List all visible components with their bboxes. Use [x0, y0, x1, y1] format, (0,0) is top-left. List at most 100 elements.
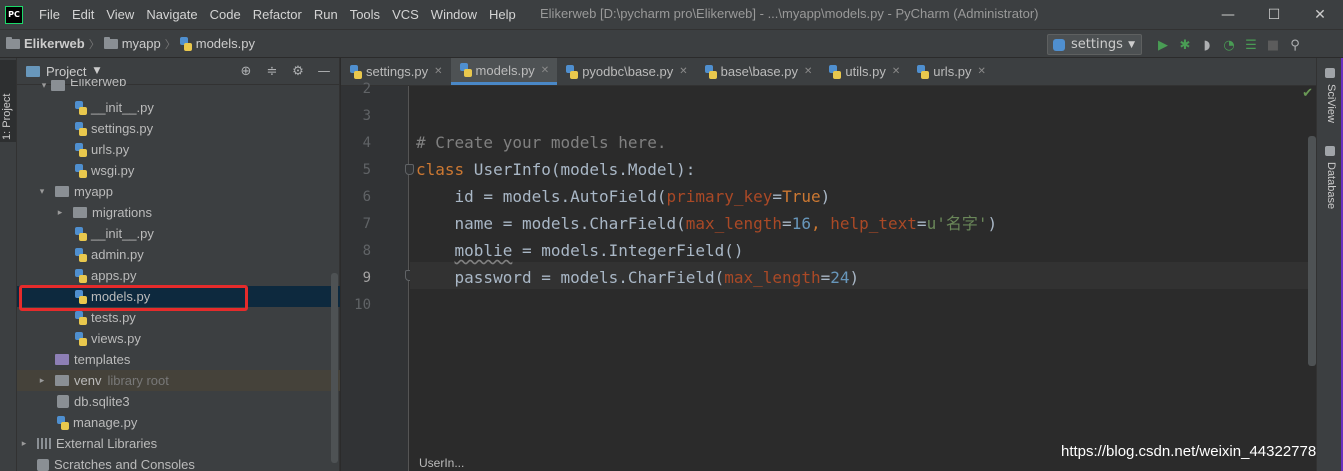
chevron-down-icon[interactable]: ▼	[93, 66, 100, 76]
menu-code[interactable]: Code	[204, 7, 247, 22]
tree-item-init[interactable]: __init__.py	[17, 97, 340, 118]
tree-item-settings[interactable]: settings.py	[17, 118, 340, 139]
code-text: password = models.CharField(	[416, 268, 725, 287]
menu-file[interactable]: File	[33, 7, 66, 22]
tab-urls[interactable]: urls.py ✕	[908, 58, 994, 85]
tab-utils[interactable]: utils.py ✕	[820, 58, 908, 85]
menu-help[interactable]: Help	[483, 7, 522, 22]
menu-window[interactable]: Window	[425, 7, 483, 22]
tree-item-admin[interactable]: admin.py	[17, 244, 340, 265]
libraries-icon	[37, 438, 51, 449]
breadcrumb-file[interactable]: models.py	[196, 36, 255, 51]
menu-run[interactable]: Run	[308, 7, 344, 22]
tree-item-venv[interactable]: ▸ venv library root	[17, 370, 340, 391]
tree-item-scratches[interactable]: Scratches and Consoles	[17, 454, 340, 471]
code-line-7: name = models.CharField(max_length=16, h…	[416, 210, 998, 237]
tab-pyodbc-base[interactable]: pyodbc\base.py ✕	[557, 58, 695, 85]
line-number: 10	[354, 297, 371, 313]
tab-label: pyodbc\base.py	[582, 64, 674, 79]
code-typo-warning: moblie	[454, 241, 513, 260]
menu-edit[interactable]: Edit	[66, 7, 100, 22]
tree-item-db[interactable]: db.sqlite3	[17, 391, 340, 412]
pycharm-logo-icon: PC	[5, 5, 23, 24]
code-param: max_length	[685, 214, 783, 233]
coverage-icon[interactable]: ◗	[1196, 35, 1218, 55]
run-configuration-select[interactable]: settings ▼	[1047, 34, 1142, 55]
expand-arrow-icon[interactable]: ▾	[35, 186, 49, 197]
gear-icon[interactable]: ⚙	[289, 62, 307, 80]
debug-icon[interactable]: ✱	[1174, 35, 1196, 55]
profile-icon[interactable]: ◔	[1218, 35, 1240, 55]
close-window-button[interactable]: ✕	[1297, 0, 1343, 29]
tree-item-myapp[interactable]: ▾ myapp	[17, 181, 340, 202]
expand-arrow-icon[interactable]: ▸	[53, 207, 67, 218]
project-view-select[interactable]: Project	[46, 64, 86, 79]
tree-item-external-libraries[interactable]: ▸ External Libraries	[17, 433, 340, 454]
tree-item-views[interactable]: views.py	[17, 328, 340, 349]
close-icon[interactable]: ✕	[804, 66, 812, 77]
fold-start-icon[interactable]	[405, 164, 414, 175]
close-icon[interactable]: ✕	[541, 65, 549, 76]
tab-base-base[interactable]: base\base.py ✕	[696, 58, 821, 85]
search-everywhere-icon[interactable]: ⚲	[1284, 35, 1306, 55]
close-icon[interactable]: ✕	[978, 66, 986, 77]
run-concurrency-icon[interactable]: ☰	[1240, 35, 1262, 55]
expand-arrow-icon[interactable]: ▾	[37, 80, 51, 91]
menu-navigate[interactable]: Navigate	[140, 7, 203, 22]
close-icon[interactable]: ✕	[892, 66, 900, 77]
editor-breadcrumb[interactable]: UserIn...	[419, 456, 464, 470]
watermark: https://blog.csdn.net/weixin_44322778	[1061, 443, 1317, 460]
tree-item-migrations[interactable]: ▸ migrations	[17, 202, 340, 223]
inspection-ok-icon[interactable]: ✔	[1302, 86, 1313, 101]
project-tool-tab-label: 1: Project	[1, 93, 13, 140]
left-tool-strip: 1: Project	[0, 58, 17, 471]
code-text: )	[987, 214, 998, 233]
hide-panel-icon[interactable]: —	[315, 62, 333, 80]
code-editor[interactable]: 2 3 4 5 6 7 8 9 10 # Create your models …	[341, 81, 1316, 471]
editor-scrollbar[interactable]	[1308, 136, 1316, 366]
tab-models[interactable]: models.py ✕	[450, 58, 558, 85]
tree-item-label: External Libraries	[56, 436, 158, 451]
code-line-8: moblie = models.IntegerField()	[416, 237, 744, 264]
menu-vcs[interactable]: VCS	[386, 7, 425, 22]
python-file-icon	[179, 36, 192, 51]
python-file-icon	[829, 64, 842, 79]
menu-refactor[interactable]: Refactor	[247, 7, 308, 22]
python-file-icon	[459, 63, 472, 77]
tree-item-label: migrations	[92, 205, 152, 220]
sciview-tool-tab[interactable]: SciView	[1325, 84, 1337, 123]
project-panel-scrollbar[interactable]	[331, 273, 338, 463]
tree-item-urls[interactable]: urls.py	[17, 139, 340, 160]
tree-item-init[interactable]: __init__.py	[17, 223, 340, 244]
close-icon[interactable]: ✕	[679, 66, 687, 77]
tree-item-wsgi[interactable]: wsgi.py	[17, 160, 340, 181]
tab-label: utils.py	[845, 64, 886, 79]
tree-item-manage[interactable]: manage.py	[17, 412, 340, 433]
project-tool-tab[interactable]: 1: Project	[0, 60, 16, 142]
locate-file-icon[interactable]: ⊕	[237, 62, 255, 80]
minimize-button[interactable]: —	[1205, 0, 1251, 29]
python-file-icon	[75, 142, 87, 157]
breadcrumb-folder[interactable]: myapp	[122, 36, 161, 51]
run-icon[interactable]: ▶	[1152, 35, 1174, 55]
code-text: name = models.CharField(	[416, 214, 686, 233]
tree-item-elikerweb[interactable]: ▾ Elikerweb	[17, 79, 340, 91]
close-icon[interactable]: ✕	[434, 66, 442, 77]
expand-arrow-icon[interactable]: ▸	[35, 375, 49, 386]
code-line-4: # Create your models here.	[416, 129, 666, 156]
menu-view[interactable]: View	[100, 7, 140, 22]
tree-item-apps[interactable]: apps.py	[17, 265, 340, 286]
database-tool-tab[interactable]: Database	[1325, 162, 1337, 209]
tree-item-models[interactable]: models.py	[17, 286, 340, 307]
menu-tools[interactable]: Tools	[344, 7, 386, 22]
stop-icon[interactable]: ■	[1262, 35, 1284, 55]
breadcrumb-project[interactable]: Elikerweb	[24, 36, 85, 51]
collapse-all-icon[interactable]: ≑	[263, 62, 281, 80]
expand-arrow-icon[interactable]: ▸	[17, 438, 31, 449]
tree-item-tests[interactable]: tests.py	[17, 307, 340, 328]
tree-item-label: admin.py	[91, 247, 144, 262]
maximize-button[interactable]: ☐	[1251, 0, 1297, 29]
tree-item-templates[interactable]: templates	[17, 349, 340, 370]
python-file-icon	[350, 64, 362, 79]
code-line-9: password = models.CharField(max_length=2…	[416, 264, 860, 291]
